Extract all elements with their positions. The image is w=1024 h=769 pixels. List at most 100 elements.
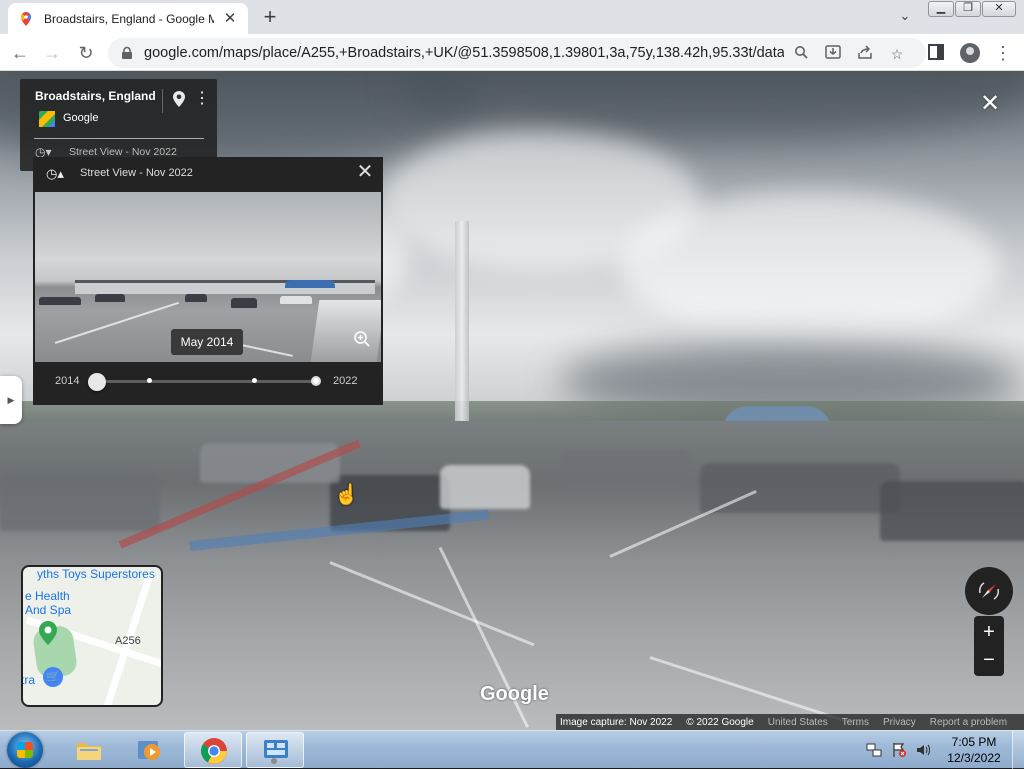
clock-date[interactable]: 12/3/2022 xyxy=(946,751,1002,765)
back-arrow-icon[interactable]: ← xyxy=(8,41,32,65)
side-panel-expand-button[interactable]: ▶ xyxy=(0,376,22,424)
parked-car xyxy=(880,481,1024,541)
parked-car xyxy=(700,463,900,513)
sky-cloud xyxy=(620,191,1000,341)
browser-tab-strip: Broadstairs, England - Google Maps ✕ + ⌄… xyxy=(0,0,1024,34)
lock-icon xyxy=(122,46,132,59)
street-view-close-icon[interactable]: ✕ xyxy=(978,92,1002,116)
timeline-track[interactable] xyxy=(99,380,315,383)
shopping-cart-icon[interactable]: 🛒 xyxy=(43,667,63,687)
terms-link[interactable]: Terms xyxy=(842,717,869,728)
map-poi-label: tra xyxy=(21,673,36,687)
folder-icon xyxy=(77,743,101,760)
date-tooltip: May 2014 xyxy=(171,329,243,355)
minimap[interactable]: 🛒 yths Toys Superstores e Health And Spa… xyxy=(21,565,163,707)
google-watermark: Google xyxy=(480,683,549,705)
google-maps-favicon-icon xyxy=(21,11,31,26)
google-maps-logo-icon xyxy=(39,111,55,127)
preview-car xyxy=(95,294,125,302)
country-link[interactable]: United States xyxy=(768,717,828,728)
hand-cursor-icon: ☝ xyxy=(334,484,359,506)
street-view-time-machine: ◷▴ Street View - Nov 2022 ✕ May 2014 201… xyxy=(33,157,383,405)
show-desktop-button[interactable] xyxy=(1012,731,1024,769)
copyright-text: © 2022 Google xyxy=(686,716,754,728)
profile-avatar-icon[interactable] xyxy=(960,43,980,63)
clock-time[interactable]: 7:05 PM xyxy=(946,735,1002,749)
map-poi-label: e Health xyxy=(25,589,70,603)
tab-search-chevron-icon[interactable]: ⌄ xyxy=(896,8,914,26)
time-machine-header: Street View - Nov 2022 xyxy=(80,167,193,179)
zoom-in-magnifier-icon[interactable] xyxy=(353,330,371,348)
browser-menu-kebab-icon[interactable]: ⋮ xyxy=(994,42,1012,64)
timeline-current-tick[interactable] xyxy=(311,376,321,386)
map-green-pin-icon[interactable] xyxy=(38,620,58,646)
control-panel-icon xyxy=(264,740,288,764)
parked-car xyxy=(440,465,530,509)
window-minimize-button[interactable]: ▁ xyxy=(928,1,954,17)
address-bar[interactable]: google.com/maps/place/A255,+Broadstairs,… xyxy=(108,38,926,68)
store-canopy xyxy=(285,280,335,288)
map-poi-label: And Spa xyxy=(25,603,72,617)
magnifier-icon[interactable] xyxy=(792,45,810,63)
map-poi-label: yths Toys Superstores xyxy=(37,567,155,581)
more-options-icon[interactable]: ⋮ xyxy=(194,89,210,109)
taskbar-explorer-button[interactable] xyxy=(60,732,118,768)
browser-toolbar: ← → ↻ google.com/maps/place/A255,+Broads… xyxy=(0,34,1024,71)
parked-car xyxy=(560,449,690,489)
report-problem-link[interactable]: Report a problem xyxy=(930,717,1007,728)
share-icon[interactable] xyxy=(856,45,874,63)
compass-needle-icon xyxy=(979,582,999,600)
preview-car xyxy=(39,297,81,305)
preview-car xyxy=(185,294,207,302)
tab-title: Broadstairs, England - Google Maps xyxy=(44,11,214,26)
side-panel-icon[interactable] xyxy=(928,44,944,60)
media-player-icon xyxy=(138,741,160,760)
taskbar-control-panel-button[interactable] xyxy=(246,732,304,768)
volume-icon[interactable] xyxy=(915,742,931,758)
timeline-slider-thumb[interactable] xyxy=(88,373,106,391)
taskbar-media-player-button[interactable] xyxy=(120,732,178,768)
preview-car xyxy=(280,296,312,304)
sky-cloud xyxy=(400,71,1024,141)
url-host: google.com xyxy=(144,45,219,61)
window-close-button[interactable]: ✕ xyxy=(982,1,1016,17)
parked-car xyxy=(0,471,160,531)
history-clock-icon[interactable]: ◷▴ xyxy=(46,166,64,182)
chrome-icon xyxy=(201,738,227,764)
compass-button[interactable] xyxy=(965,567,1013,615)
timeline-start-year: 2014 xyxy=(55,375,80,387)
place-card-rule xyxy=(34,138,204,139)
browser-tab[interactable]: Broadstairs, England - Google Maps ✕ xyxy=(8,3,248,34)
url-path: /maps/place/A255,+Broadstairs,+UK/@51.35… xyxy=(218,45,784,61)
preview-car xyxy=(231,298,257,308)
location-pin-icon[interactable] xyxy=(172,90,186,108)
place-card-divider xyxy=(162,89,163,113)
taskbar-chrome-button[interactable] xyxy=(184,732,242,768)
time-machine-close-icon[interactable]: ✕ xyxy=(355,162,375,182)
zoom-out-button[interactable]: − xyxy=(974,646,1004,674)
bookmark-star-icon[interactable]: ☆ xyxy=(888,45,906,63)
window-restore-button[interactable]: ❐ xyxy=(955,1,981,17)
imagery-source: Google xyxy=(63,112,99,124)
place-title: Broadstairs, England xyxy=(35,89,156,103)
forward-arrow-icon[interactable]: → xyxy=(40,41,64,65)
install-icon[interactable] xyxy=(824,45,842,63)
timeline-capture-tick[interactable] xyxy=(252,378,257,383)
url-text: google.com/maps/place/A255,+Broadstairs,… xyxy=(144,45,784,61)
zoom-in-button[interactable]: + xyxy=(974,618,1004,646)
tab-close-icon[interactable]: ✕ xyxy=(222,10,238,27)
windows-taskbar: 7:05 PM 12/3/2022 xyxy=(0,730,1024,769)
action-center-flag-icon[interactable] xyxy=(891,742,907,758)
timeline-capture-tick[interactable] xyxy=(147,378,152,383)
network-icon[interactable] xyxy=(866,742,882,758)
zoom-controls: + − xyxy=(974,616,1004,676)
image-capture-date: Image capture: Nov 2022 xyxy=(560,716,673,728)
start-button[interactable] xyxy=(7,732,43,768)
attribution-bar: Image capture: Nov 2022 © 2022 Google Un… xyxy=(556,714,1024,730)
privacy-link[interactable]: Privacy xyxy=(883,717,916,728)
map-road-label: A256 xyxy=(115,635,141,647)
timeline-end-year: 2022 xyxy=(333,375,358,387)
reload-icon[interactable]: ↻ xyxy=(74,41,98,65)
preview-parking-line xyxy=(54,301,179,344)
new-tab-button[interactable]: + xyxy=(258,6,282,30)
